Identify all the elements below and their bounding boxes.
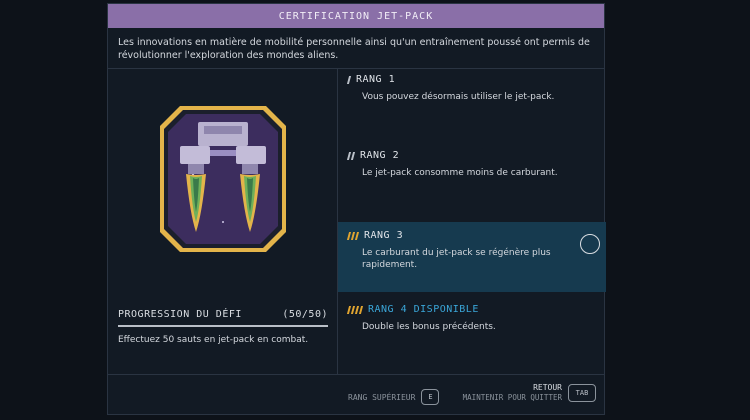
challenge-description: Effectuez 50 sauts en jet-pack en combat… <box>118 335 309 345</box>
challenge-progress-count: (50/50) <box>282 309 328 320</box>
rank-up-label: RANG SUPÉRIEUR <box>348 392 416 402</box>
rank-row-1[interactable]: RANG 1 Vous pouvez désormais utiliser le… <box>338 74 606 144</box>
rank-title: RANG 3 <box>364 230 404 241</box>
rank-up-action[interactable]: RANG SUPÉRIEUR E <box>348 389 440 405</box>
rank-row-4[interactable]: RANG 4 DISPONIBLE Double les bonus précé… <box>338 304 606 374</box>
back-key[interactable]: TAB <box>568 384 596 402</box>
page-title: CERTIFICATION JET-PACK <box>278 10 434 22</box>
rank-text: Le jet-pack consomme moins de carburant. <box>362 168 558 178</box>
rank-pips-icon <box>346 75 352 84</box>
rank-text: Double les bonus précédents. <box>362 322 496 332</box>
back-sub-label: MAINTENIR POUR QUITTER <box>462 393 562 402</box>
rank-title-available: RANG 4 DISPONIBLE <box>368 304 479 315</box>
back-label: RETOUR <box>533 383 562 392</box>
rank-title: RANG 2 <box>360 150 400 161</box>
rank-pips-icon <box>346 151 356 160</box>
skill-badge-column: PROGRESSION DU DÉFI (50/50) Effectuez 50… <box>108 69 338 374</box>
footer: RANG SUPÉRIEUR E RETOUR MAINTENIR POUR Q… <box>108 375 604 415</box>
jetpack-badge-icon <box>160 106 286 252</box>
rank-text: Vous pouvez désormais utiliser le jet-pa… <box>362 92 555 102</box>
back-action[interactable]: RETOUR MAINTENIR POUR QUITTER TAB <box>463 383 596 403</box>
skill-panel: CERTIFICATION JET-PACK Les innovations e… <box>107 3 606 415</box>
rank-row-2[interactable]: RANG 2 Le jet-pack consomme moins de car… <box>338 150 606 222</box>
challenge-progress-header: PROGRESSION DU DÉFI (50/50) <box>118 309 328 327</box>
title-bar: CERTIFICATION JET-PACK <box>108 4 604 28</box>
select-cursor-icon <box>580 234 600 254</box>
challenge-progress-label: PROGRESSION DU DÉFI <box>118 309 242 320</box>
rank-pips-icon <box>346 231 360 240</box>
rank-text: Le carburant du jet-pack se régénère plu… <box>362 248 551 270</box>
rank-row-3[interactable]: RANG 3 Le carburant du jet-pack se régén… <box>338 222 606 292</box>
rank-title: RANG 1 <box>356 74 396 85</box>
rank-pips-icon <box>346 305 364 314</box>
skill-description: Les innovations en matière de mobilité p… <box>118 37 590 61</box>
rank-up-key[interactable]: E <box>421 389 440 405</box>
